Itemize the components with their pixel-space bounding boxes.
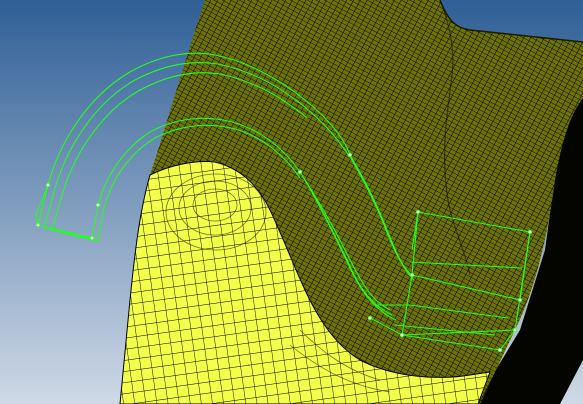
- graphics-viewport[interactable]: [0, 0, 583, 404]
- model-scene: [0, 0, 583, 404]
